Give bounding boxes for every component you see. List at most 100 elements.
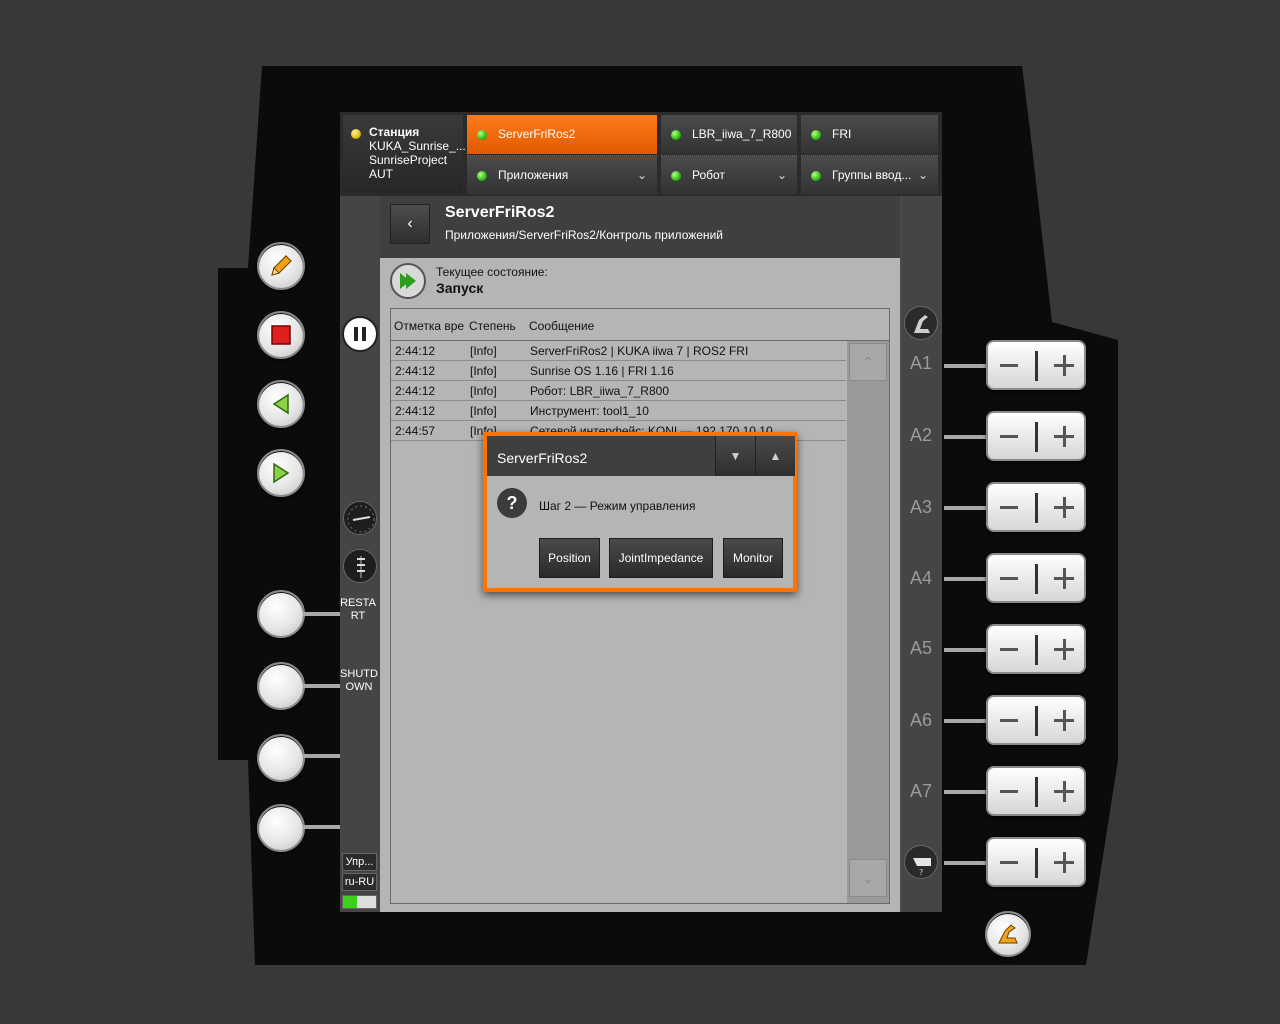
column-level[interactable]: Степень	[469, 319, 516, 333]
start-button[interactable]	[257, 449, 305, 497]
jog-key-a5[interactable]	[986, 624, 1086, 674]
chevron-up-icon: ⌃	[862, 353, 874, 370]
tab-label: Приложения	[498, 168, 569, 182]
minus-icon	[1000, 364, 1018, 367]
stop-button[interactable]	[257, 311, 305, 359]
play-back-icon	[272, 393, 289, 415]
app-state-icon	[390, 263, 426, 299]
station-line1: KUKA_Sunrise_...	[369, 139, 466, 153]
stop-icon	[271, 325, 291, 345]
scroll-up-button[interactable]: ⌃	[849, 343, 887, 381]
dialog-up-button[interactable]: ▲	[755, 436, 795, 476]
jog-key-a3[interactable]	[986, 482, 1086, 532]
row-level: [Info]	[470, 364, 497, 378]
position-button[interactable]: Position	[539, 538, 600, 578]
minus-icon	[1000, 577, 1018, 580]
row-message: Инструмент: tool1_10	[530, 404, 649, 418]
log-table-header: Отметка вре Степень Сообщение	[391, 309, 889, 341]
dialog-message: Шаг 2 — Режим управления	[539, 499, 696, 513]
run-state-icon	[400, 273, 416, 289]
back-button[interactable]: ‹	[390, 204, 430, 244]
minus-icon	[1000, 506, 1018, 509]
soft-key-4-connector	[303, 825, 341, 829]
svg-text:?: ?	[919, 868, 923, 877]
scrollbar[interactable]: ⌃ ⌄	[847, 341, 889, 903]
jog-key-extra[interactable]	[986, 837, 1086, 887]
minus-icon	[1000, 790, 1018, 793]
table-row[interactable]: 2:44:12 [Info] Sunrise OS 1.16 | FRI 1.1…	[391, 361, 846, 381]
pause-button[interactable]	[342, 316, 378, 352]
soft-key-4[interactable]	[257, 804, 305, 852]
table-row[interactable]: 2:44:12 [Info] Робот: LBR_iiwa_7_R800	[391, 381, 846, 401]
tab-applications[interactable]: Приложения ⌄	[467, 155, 657, 194]
soft-key-3[interactable]	[257, 734, 305, 782]
tab-label: ServerFriRos2	[498, 127, 576, 141]
status-led-icon	[811, 130, 821, 140]
tab-serverfriros2[interactable]: ServerFriRos2	[467, 115, 657, 154]
tab-fri[interactable]: FRI	[801, 115, 938, 154]
shutdown-label: SHUTD OWN	[340, 668, 378, 693]
step-dialog: ServerFriRos2 ▼ ▲ ? Шаг 2 — Режим управл…	[483, 432, 797, 592]
play-icon	[273, 462, 290, 484]
chevron-down-icon: ⌄	[636, 168, 647, 182]
override-dial-icon[interactable]	[343, 501, 377, 535]
row-level: [Info]	[470, 344, 497, 358]
robot-jog-icon[interactable]	[904, 306, 938, 340]
pencil-icon	[271, 255, 292, 276]
step-back-button[interactable]	[257, 380, 305, 428]
jog-key-a2[interactable]	[986, 411, 1086, 461]
shutdown-key[interactable]	[257, 662, 305, 710]
row-time: 2:44:12	[395, 404, 436, 418]
table-row[interactable]: 2:44:12 [Info] ServerFriRos2 | KUKA iiwa…	[391, 341, 846, 361]
monitor-button[interactable]: Monitor	[723, 538, 783, 578]
page-title: ServerFriRos2	[445, 204, 555, 221]
jog-key-a4[interactable]	[986, 553, 1086, 603]
station-line2: SunriseProject	[369, 153, 448, 167]
restart-connector	[303, 612, 341, 616]
row-level: [Info]	[470, 384, 497, 398]
station-panel[interactable]: Станция KUKA_Sunrise_... SunriseProject …	[343, 115, 466, 193]
soft-key-3-connector	[303, 754, 341, 758]
tab-label: Группы ввод...	[832, 168, 912, 182]
language-chip[interactable]: ru-RU	[342, 873, 377, 891]
jog-key-a6[interactable]	[986, 695, 1086, 745]
hand-guiding-icon[interactable]: ?	[904, 845, 938, 879]
tab-label: Робот	[692, 168, 725, 182]
column-message[interactable]: Сообщение	[529, 319, 594, 333]
row-message: Робот: LBR_iiwa_7_R800	[530, 384, 669, 398]
question-icon: ?	[497, 488, 527, 518]
battery-level	[343, 896, 357, 908]
table-row[interactable]: 2:44:12 [Info] Инструмент: tool1_10	[391, 401, 846, 421]
tab-io-groups[interactable]: Группы ввод... ⌄	[801, 155, 938, 194]
jog-connector	[944, 648, 988, 652]
jog-key-a7[interactable]	[986, 766, 1086, 816]
axis-label-a5: A5	[910, 638, 933, 658]
station-title: Станция	[369, 125, 420, 139]
jog-connector	[944, 861, 988, 865]
station-line3: AUT	[369, 167, 393, 181]
jog-key-a1[interactable]	[986, 340, 1086, 390]
status-led-icon	[671, 130, 681, 140]
row-message: Sunrise OS 1.16 | FRI 1.16	[530, 364, 674, 378]
dialog-down-button[interactable]: ▼	[715, 436, 755, 476]
jog-connector	[944, 506, 988, 510]
restart-label: RESTA RT	[340, 597, 376, 622]
user-chip[interactable]: Упр...	[342, 853, 377, 871]
tab-robot-model[interactable]: LBR_iiwa_7_R800	[661, 115, 797, 154]
jointimpedance-button[interactable]: JointImpedance	[609, 538, 713, 578]
pause-icon	[354, 327, 366, 341]
scroll-down-button[interactable]: ⌄	[849, 859, 887, 897]
chevron-down-icon: ⌄	[917, 168, 928, 182]
chevron-down-icon: ⌄	[776, 168, 787, 182]
column-timestamp[interactable]: Отметка вре	[394, 319, 466, 333]
restart-key[interactable]	[257, 590, 305, 638]
robot-button[interactable]	[985, 911, 1031, 957]
robot-arm-icon	[998, 924, 1018, 944]
row-message: ServerFriRos2 | KUKA iiwa 7 | ROS2 FRI	[530, 344, 749, 358]
tab-label: FRI	[832, 127, 852, 141]
jog-connector	[944, 435, 988, 439]
tab-robot[interactable]: Робот ⌄	[661, 155, 797, 194]
axis-label-a6: A6	[910, 710, 933, 730]
jog-mode-icon[interactable]	[343, 549, 377, 583]
edit-button[interactable]	[257, 242, 305, 290]
